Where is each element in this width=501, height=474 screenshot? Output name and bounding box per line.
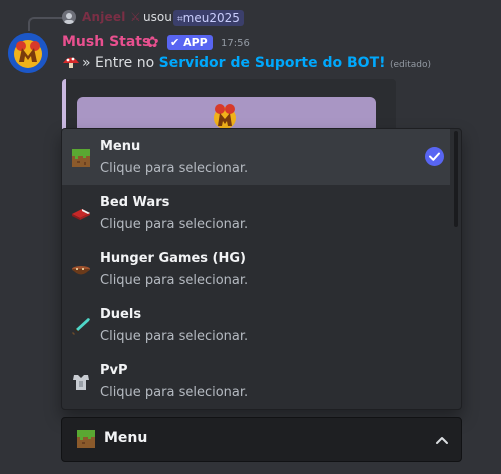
diamond-sword-icon bbox=[71, 316, 91, 336]
select-menu-dropdown[interactable]: Menu Clique para selecionar. Bed Wars Cl… bbox=[61, 128, 462, 410]
message-content: » Entre no Servidor de Suporte do BOT! (… bbox=[62, 55, 431, 71]
chevron-up-icon[interactable] bbox=[435, 432, 449, 446]
reply-spine bbox=[28, 17, 64, 31]
option-bed-wars[interactable]: Bed Wars Clique para selecionar. bbox=[62, 185, 450, 241]
option-description: Clique para selecionar. bbox=[100, 385, 249, 400]
timestamp: 17:56 bbox=[221, 38, 250, 49]
star-badge-icon: ✿ bbox=[146, 33, 159, 51]
crossed-swords-icon: ⚔ bbox=[129, 10, 141, 24]
selected-check-icon bbox=[425, 147, 444, 166]
bed-icon bbox=[71, 204, 91, 224]
option-description: Clique para selecionar. bbox=[100, 161, 249, 176]
option-description: Clique para selecionar. bbox=[100, 273, 249, 288]
option-menu[interactable]: Menu Clique para selecionar. bbox=[62, 129, 450, 185]
reply-username[interactable]: Anjeel ⚔ bbox=[82, 10, 141, 24]
reply-used-text: usou bbox=[143, 10, 172, 24]
edited-label: (editado) bbox=[389, 60, 432, 70]
select-menu[interactable]: Menu bbox=[61, 417, 462, 462]
option-label: Hunger Games (HG) bbox=[100, 251, 246, 266]
select-value: Menu bbox=[104, 430, 148, 446]
app-tag: ✔ APP bbox=[167, 35, 213, 50]
check-icon: ✔ bbox=[170, 36, 180, 49]
message-text: » Entre no bbox=[82, 55, 159, 71]
command-mention[interactable]: ⌗meu2025 bbox=[173, 10, 244, 26]
option-label: Bed Wars bbox=[100, 195, 170, 210]
option-hunger-games[interactable]: Hunger Games (HG) Clique para selecionar… bbox=[62, 241, 450, 297]
reply-avatar[interactable] bbox=[62, 10, 76, 24]
option-label: PvP bbox=[100, 363, 128, 378]
grass-block-icon bbox=[76, 429, 96, 449]
support-server-link[interactable]: Servidor de Suporte do BOT! bbox=[159, 55, 386, 71]
option-label: Menu bbox=[100, 139, 141, 154]
option-duels[interactable]: Duels Clique para selecionar. bbox=[62, 297, 450, 353]
grass-block-icon bbox=[71, 148, 91, 168]
avatar[interactable] bbox=[8, 33, 48, 73]
option-description: Clique para selecionar. bbox=[100, 217, 249, 232]
chestplate-icon bbox=[71, 372, 91, 392]
option-description: Clique para selecionar. bbox=[100, 329, 249, 344]
option-pvp[interactable]: PvP Clique para selecionar. bbox=[62, 353, 450, 409]
bot-username[interactable]: Mush Stats bbox=[62, 34, 150, 50]
option-label: Duels bbox=[100, 307, 142, 322]
stew-bowl-icon bbox=[71, 260, 91, 280]
mushroom-icon bbox=[62, 55, 80, 69]
menu-scrollbar[interactable] bbox=[454, 131, 458, 227]
